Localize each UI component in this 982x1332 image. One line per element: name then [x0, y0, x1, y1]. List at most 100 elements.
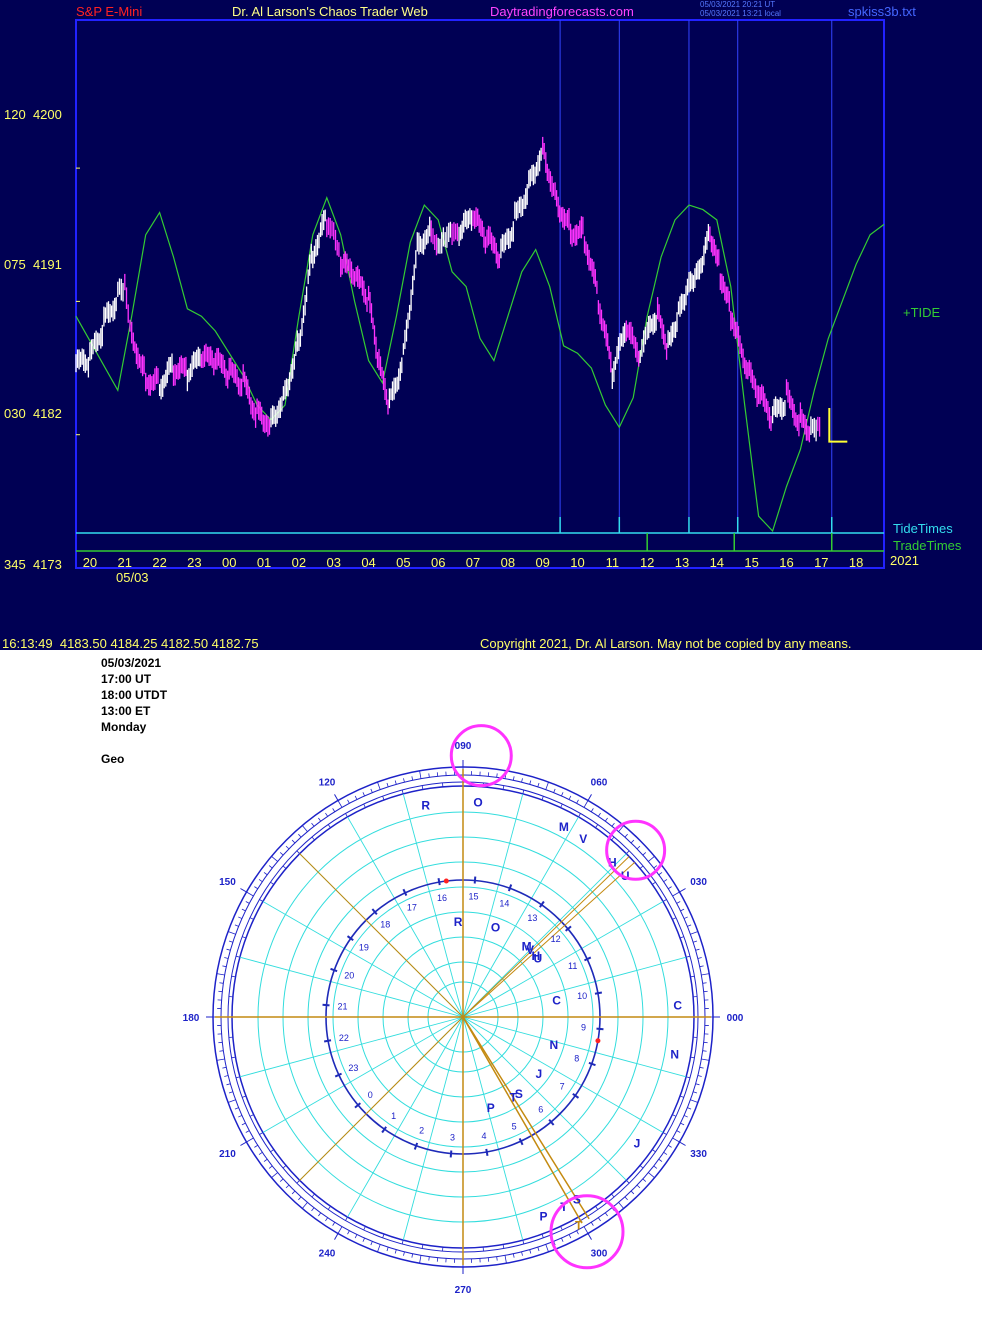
- degree-tick: [246, 1137, 254, 1143]
- degree-tick: [268, 1165, 273, 1169]
- sign-tick: [242, 936, 247, 939]
- sign-tick: [363, 1226, 366, 1231]
- degree-tick: [394, 1249, 397, 1254]
- inner-planet-P: P: [487, 1101, 495, 1115]
- degree-tick: [298, 1196, 302, 1201]
- degree-tick: [411, 776, 414, 781]
- degree-tick: [268, 865, 273, 869]
- degree-tick: [258, 879, 263, 883]
- outer-planet-V: V: [579, 832, 587, 846]
- hour-label-15: 15: [469, 891, 479, 901]
- degree-tick: [687, 924, 692, 927]
- degree-tick: [271, 1172, 278, 1179]
- sign-tick: [235, 955, 240, 958]
- x-tick-label-12: 12: [640, 555, 654, 570]
- degree-label-210: 210: [219, 1149, 236, 1160]
- degree-tick: [258, 1151, 263, 1155]
- sign-tick: [249, 917, 254, 920]
- hour-label-4: 4: [482, 1131, 487, 1141]
- degree-tick: [658, 1158, 663, 1162]
- degree-tick: [653, 865, 658, 869]
- inner-planet-T: T: [510, 1091, 518, 1105]
- hour-tick: [330, 967, 338, 973]
- x-tick-label-05: 05: [396, 555, 410, 570]
- degree-tick: [263, 1158, 268, 1162]
- degree-tick: [668, 886, 672, 890]
- degree-tick: [245, 901, 250, 904]
- degree-tick: [377, 781, 381, 790]
- degree-label-tick: [334, 1233, 339, 1240]
- sign-tick: [235, 1076, 240, 1079]
- x-tick-label-11: 11: [606, 555, 620, 570]
- hour-marker: [595, 1038, 601, 1044]
- x-tick-label-07: 07: [466, 555, 480, 570]
- degree-tick: [683, 916, 688, 919]
- degree-tick: [568, 1234, 572, 1239]
- degree-tick: [663, 1151, 668, 1155]
- x-tick-label-21: 21: [118, 555, 132, 570]
- degree-tick: [597, 1217, 601, 1222]
- price-chart: 20 21 22 23 00 01 02 03 04 05 06 07 08 09 10 11 12 13 14 15…: [75, 19, 885, 570]
- degree-tick: [687, 1107, 692, 1110]
- degree-tick: [298, 833, 302, 838]
- degree-label-tick: [587, 794, 592, 801]
- hour-tick: [518, 1138, 524, 1146]
- status-line: 16:13:49 4183.50 4184.25 4182.50 4182.75: [2, 636, 259, 650]
- degree-label-030: 030: [690, 877, 707, 888]
- highlight-circle-0: [449, 724, 513, 788]
- site-link[interactable]: Daytradingforecasts.com: [490, 4, 634, 19]
- degree-tick: [362, 792, 365, 797]
- degree-tick: [241, 1122, 246, 1126]
- hour-label-3: 3: [450, 1133, 455, 1143]
- degree-label-120: 120: [319, 777, 336, 788]
- hour-label-17: 17: [407, 902, 417, 912]
- sign-tick: [686, 1076, 691, 1079]
- degree-label-180: 180: [183, 1013, 200, 1024]
- sign-tick: [611, 836, 615, 841]
- hour-tick: [473, 876, 477, 884]
- degree-tick: [337, 1226, 343, 1234]
- degree-tick: [668, 1144, 672, 1148]
- inner-planet-O: O: [491, 921, 500, 935]
- degree-tick: [648, 1172, 655, 1179]
- sign-tick: [686, 955, 691, 958]
- degree-tick: [301, 1202, 308, 1209]
- degree-tick: [394, 780, 397, 785]
- hour-tick: [334, 1072, 342, 1078]
- gold-aspect-line: [462, 856, 630, 1018]
- degree-tick: [597, 812, 601, 817]
- degree-label-240: 240: [319, 1249, 336, 1260]
- x-tick-label-02: 02: [292, 555, 306, 570]
- sign-tick: [611, 1193, 615, 1198]
- degree-tick: [618, 1202, 625, 1209]
- hour-tick: [584, 956, 592, 962]
- ut-stamp: 05/03/2021 20:21 UT: [700, 0, 776, 9]
- sign-tick: [327, 824, 331, 829]
- hour-label-22: 22: [339, 1033, 349, 1043]
- hour-tick: [596, 1027, 604, 1031]
- degree-tick: [354, 795, 358, 800]
- degree-label-tick: [240, 1141, 247, 1146]
- hour-label-6: 6: [538, 1105, 543, 1115]
- degree-tick: [693, 1091, 698, 1094]
- cyan-spoke: [239, 956, 464, 1018]
- degree-label-300: 300: [591, 1249, 608, 1260]
- sign-tick: [522, 789, 525, 794]
- hour-tick: [323, 1039, 332, 1043]
- hour-tick: [322, 1003, 330, 1007]
- degree-tick: [411, 1253, 414, 1258]
- sign-tick: [270, 881, 275, 885]
- degree-tick: [583, 800, 589, 808]
- inner-planet-U: U: [534, 952, 543, 966]
- x-tick-label-10: 10: [570, 555, 584, 570]
- degree-label-270: 270: [455, 1285, 472, 1296]
- sign-tick: [541, 1233, 544, 1238]
- degree-tick: [553, 788, 556, 793]
- degree-tick: [512, 776, 515, 781]
- degree-tick: [701, 973, 710, 976]
- degree-tick: [529, 1249, 532, 1254]
- sign-tick: [651, 881, 656, 885]
- x-tick-label-15: 15: [744, 555, 758, 570]
- hour-tick: [402, 888, 408, 896]
- x-tick-label-08: 08: [501, 555, 515, 570]
